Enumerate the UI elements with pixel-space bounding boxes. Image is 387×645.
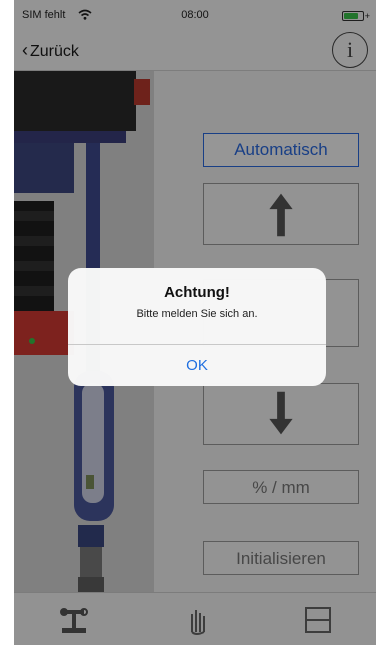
alert-ok-button[interactable]: OK	[68, 345, 326, 386]
alert-message: Bitte melden Sie sich an.	[136, 308, 258, 320]
alert-title: Achtung!	[164, 284, 230, 301]
alert-dialog: Achtung! Bitte melden Sie sich an. OK	[68, 268, 326, 386]
phone-screen: SIM fehlt 08:00 + ‹ Zurück i Automatisch…	[14, 0, 376, 645]
